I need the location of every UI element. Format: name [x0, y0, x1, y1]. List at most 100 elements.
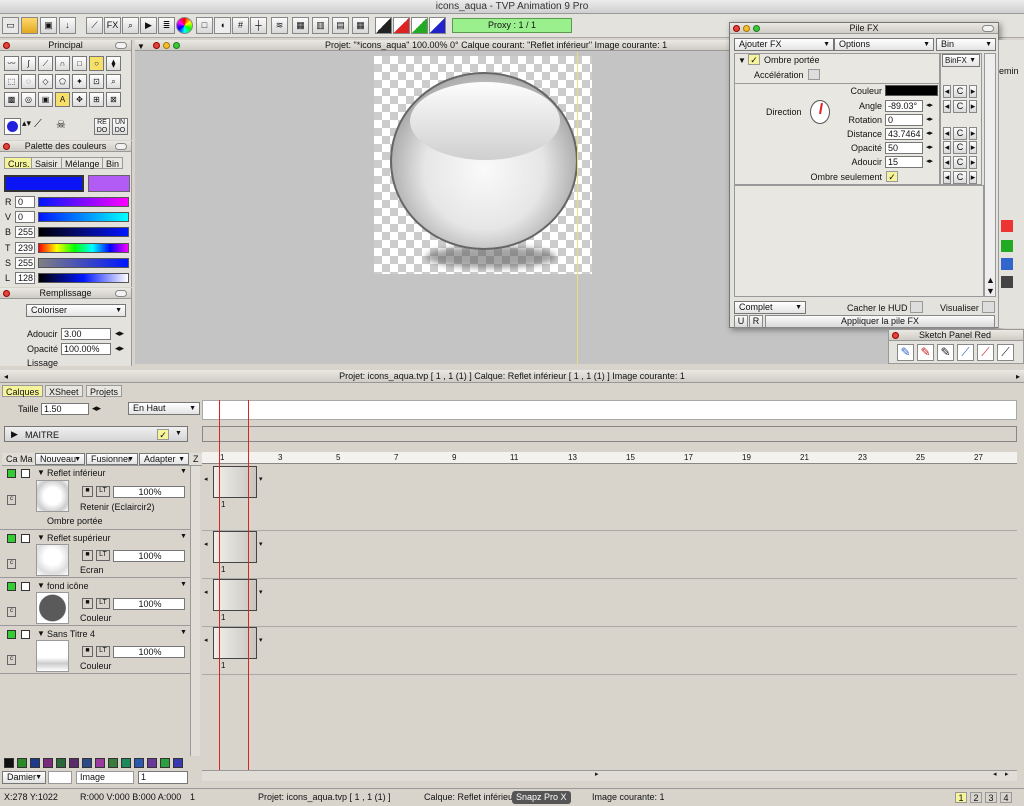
options-select[interactable]: Options: [834, 38, 934, 51]
chevron-down-icon[interactable]: ▼: [180, 629, 187, 636]
layer-blend-mode[interactable]: Retenir (Eclaircir2): [80, 502, 155, 512]
dark-pen-icon[interactable]: [1001, 276, 1013, 288]
crosshair-icon[interactable]: ┼: [250, 17, 267, 34]
stepper-icon[interactable]: ◂▸: [115, 328, 124, 339]
page-1-button[interactable]: 1: [955, 792, 967, 803]
layer-blend-mode[interactable]: Couleur: [80, 613, 112, 623]
instance-arrow-icon[interactable]: ◂: [204, 540, 208, 548]
save-icon[interactable]: ▣: [40, 17, 57, 34]
layout-3-icon[interactable]: ▤: [332, 17, 349, 34]
instance-arrow-icon[interactable]: ▾: [259, 636, 263, 644]
background-swatch[interactable]: [48, 771, 72, 784]
select-free-icon[interactable]: ◇: [38, 74, 53, 89]
stepper-icon[interactable]: ◂▸: [926, 156, 933, 167]
layer-name[interactable]: Sans Titre 4: [47, 629, 95, 639]
key-button[interactable]: C: [953, 141, 967, 154]
tab-melange[interactable]: Mélange: [61, 157, 104, 169]
expand-icon[interactable]: ▼: [37, 629, 45, 638]
layer-color-swatch[interactable]: [69, 758, 79, 768]
close-icon[interactable]: [3, 290, 10, 297]
stepper-icon[interactable]: ◂▸: [926, 142, 933, 153]
close-icon[interactable]: [892, 332, 899, 339]
layer-color-swatch[interactable]: [56, 758, 66, 768]
s-slider[interactable]: [38, 258, 129, 268]
only-shadow-checkbox[interactable]: ✓: [886, 171, 898, 182]
b-slider[interactable]: [38, 227, 129, 237]
prev-key-icon[interactable]: ◂: [943, 100, 951, 113]
s-value[interactable]: 255: [15, 257, 35, 269]
zoom-icon[interactable]: ⌕: [122, 17, 139, 34]
key-button[interactable]: C: [953, 171, 967, 184]
horizontal-scrollbar[interactable]: [202, 770, 1017, 781]
page-2-button[interactable]: 2: [970, 792, 982, 803]
transform-tool-icon[interactable]: ⊞: [89, 92, 104, 107]
master-track[interactable]: [202, 426, 1017, 442]
layer-name[interactable]: Reflet inférieur: [47, 468, 106, 478]
visualize-checkbox[interactable]: [982, 301, 995, 313]
layout-2-icon[interactable]: ▥: [312, 17, 329, 34]
lock-icon[interactable]: ■: [82, 486, 93, 497]
page-4-button[interactable]: 4: [1000, 792, 1012, 803]
layer-color-swatch[interactable]: [30, 758, 40, 768]
blue-brush-icon[interactable]: ⟋: [957, 344, 974, 361]
position-select[interactable]: En Haut: [128, 402, 200, 415]
circle-tool-icon[interactable]: ○: [89, 56, 104, 71]
layer-c-icon[interactable]: c: [7, 559, 16, 569]
stepper-icon[interactable]: ◂▸: [926, 114, 933, 125]
layer-color-swatch[interactable]: [7, 469, 16, 478]
red-pen-icon[interactable]: [1001, 220, 1013, 232]
color-wheel-icon[interactable]: [176, 17, 193, 34]
magic-wand-icon[interactable]: ✦: [72, 74, 87, 89]
soften-field[interactable]: 15: [885, 156, 923, 168]
instance-arrow-icon[interactable]: ◂: [204, 475, 208, 483]
line-tool-icon[interactable]: ⟋: [38, 56, 53, 71]
swap-icon[interactable]: ▴▾: [22, 118, 31, 129]
layer-color-swatch[interactable]: [160, 758, 170, 768]
layer-c-icon[interactable]: c: [7, 655, 16, 665]
adapt-select[interactable]: Adapter: [139, 453, 189, 465]
layer-color-swatch[interactable]: [108, 758, 118, 768]
tab-projets[interactable]: Projets: [86, 385, 123, 397]
layer-mask-checkbox[interactable]: [21, 469, 30, 478]
next-key-icon[interactable]: ▸: [969, 141, 977, 154]
close-icon[interactable]: [3, 143, 10, 150]
skull-icon[interactable]: ☠: [56, 118, 66, 131]
layer-color-swatch[interactable]: [4, 758, 14, 768]
red-brush-icon[interactable]: ⟋: [977, 344, 994, 361]
layer-row[interactable]: c ▼ Reflet inférieur ▼ ■ LT 100% Retenir…: [0, 466, 200, 530]
l-slider[interactable]: [38, 273, 129, 283]
layer-color-swatch[interactable]: [173, 758, 183, 768]
eyedropper-icon[interactable]: ⟋: [34, 118, 42, 131]
new-file-icon[interactable]: ▭: [2, 17, 19, 34]
instance-arrow-icon[interactable]: ◂: [204, 636, 208, 644]
layer-name[interactable]: fond icône: [47, 581, 89, 591]
select-ellipse-icon[interactable]: ◌: [21, 74, 36, 89]
collapse-icon[interactable]: [115, 143, 127, 150]
spline-tool-icon[interactable]: ∫: [21, 56, 36, 71]
master-checkbox[interactable]: ✓: [157, 429, 169, 440]
collapse-icon[interactable]: [115, 42, 127, 49]
current-frame-marker[interactable]: [248, 400, 249, 770]
display-mode-icon[interactable]: [375, 17, 392, 34]
next-key-icon[interactable]: ▸: [969, 85, 977, 98]
lt-toggle[interactable]: LT: [96, 598, 110, 609]
timeline-top-track[interactable]: [202, 400, 1017, 420]
v-slider[interactable]: [38, 212, 129, 222]
tab-calques[interactable]: Calques: [2, 385, 44, 397]
zoom-window-icon[interactable]: [173, 42, 180, 49]
expand-icon[interactable]: ▼: [738, 55, 746, 66]
taille-field[interactable]: 1.50: [41, 403, 89, 415]
scroll-up-icon[interactable]: ▲: [986, 275, 995, 286]
select-poly-icon[interactable]: ⬠: [55, 74, 70, 89]
t-slider[interactable]: [38, 243, 129, 253]
fill-mode-select[interactable]: Coloriser: [26, 304, 126, 317]
expand-icon[interactable]: ▼: [37, 581, 45, 590]
layer-opacity[interactable]: 100%: [113, 550, 185, 562]
stack-icon[interactable]: ≋: [271, 17, 288, 34]
r-slider[interactable]: [38, 197, 129, 207]
new-layer-select[interactable]: Nouveau: [35, 453, 85, 465]
layer-mask-checkbox[interactable]: [21, 582, 30, 591]
lock-icon[interactable]: ■: [82, 598, 93, 609]
layer-opacity[interactable]: 100%: [113, 598, 185, 610]
layer-color-swatch[interactable]: [17, 758, 27, 768]
